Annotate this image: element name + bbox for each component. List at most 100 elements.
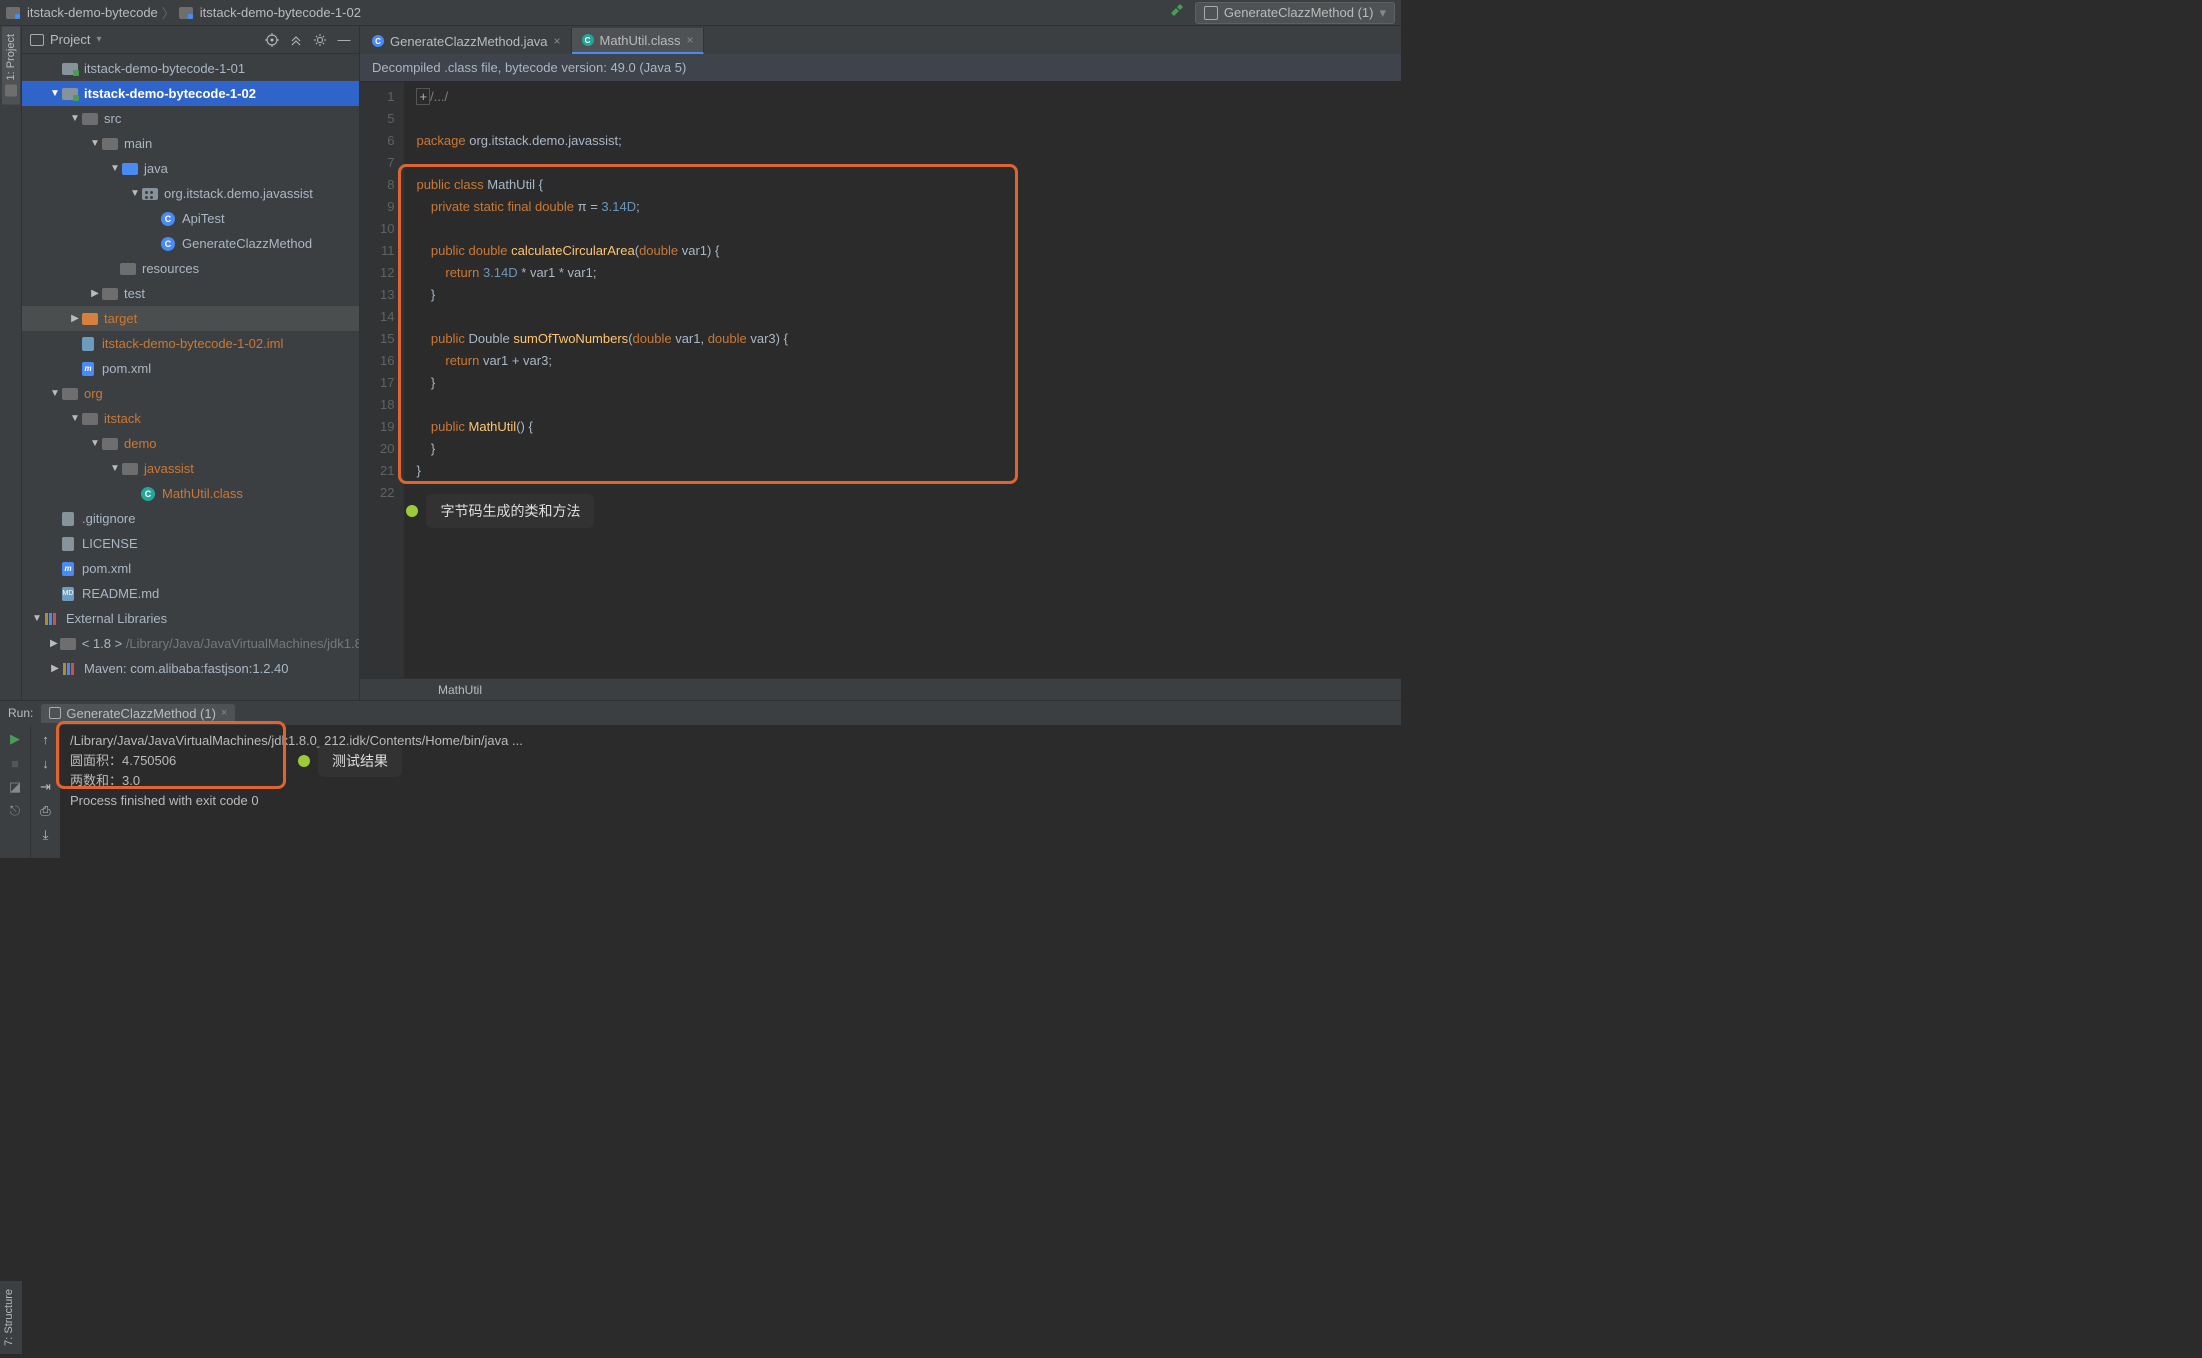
- line-number: 19: [380, 416, 394, 438]
- tree-item[interactable]: ▼demo: [22, 431, 359, 456]
- compiled-class-icon: C: [582, 34, 594, 46]
- breadcrumb-item[interactable]: itstack-demo-bytecode-1-02: [200, 5, 361, 20]
- expand-arrow[interactable]: ▼: [32, 613, 42, 624]
- editor-breadcrumb-item[interactable]: MathUtil: [438, 683, 482, 697]
- annotation: 字节码生成的类和方法: [406, 494, 594, 528]
- breadcrumb-item[interactable]: itstack-demo-bytecode: [27, 5, 158, 20]
- scroll-button[interactable]: ⤓: [38, 827, 54, 843]
- expand-arrow[interactable]: ▼: [50, 388, 60, 399]
- expand-icon[interactable]: [289, 33, 303, 47]
- code-line: private static final double π = 3.14D;: [416, 196, 1389, 218]
- console-output[interactable]: /Library/Java/JavaVirtualMachines/jdk1.8…: [60, 725, 1401, 858]
- tree-item[interactable]: ▶target: [22, 306, 359, 331]
- expand-arrow[interactable]: ▼: [50, 88, 60, 99]
- down-button[interactable]: ↓: [38, 755, 54, 771]
- tree-item[interactable]: CApiTest: [22, 206, 359, 231]
- expand-arrow[interactable]: ▼: [110, 463, 120, 474]
- collapse-icon[interactable]: —: [337, 33, 351, 47]
- editor-body[interactable]: 1 5 6 7 8 9 10 11 12 13 14 15 16 17 18 1…: [360, 82, 1401, 678]
- tree-item[interactable]: ▶test: [22, 281, 359, 306]
- app-icon: [49, 707, 61, 719]
- expand-arrow[interactable]: ▶: [50, 663, 60, 674]
- code-line: public Double sumOfTwoNumbers(double var…: [416, 328, 1389, 350]
- tree-item[interactable]: CMathUtil.class: [22, 481, 359, 506]
- tree-item[interactable]: mpom.xml: [22, 356, 359, 381]
- file-icon: [62, 512, 74, 526]
- expand-arrow[interactable]: ▼: [70, 413, 80, 424]
- up-button[interactable]: ↑: [38, 731, 54, 747]
- tree-item[interactable]: LICENSE: [22, 531, 359, 556]
- tree-item[interactable]: itstack-demo-bytecode-1-01: [22, 56, 359, 81]
- tree-label: External Libraries: [66, 611, 167, 626]
- expand-arrow[interactable]: ▼: [90, 138, 100, 149]
- tool-strip-bottom-left: 7: Structure: [0, 1281, 22, 1354]
- exit-button[interactable]: ⎋: [7, 803, 23, 819]
- tree-item[interactable]: ▼org.itstack.demo.javassist: [22, 181, 359, 206]
- line-number: 7: [380, 152, 394, 174]
- tree-label: resources: [142, 261, 199, 276]
- editor-tab[interactable]: C GenerateClazzMethod.java ×: [362, 28, 572, 54]
- tree-item[interactable]: ▼javassist: [22, 456, 359, 481]
- tree-item[interactable]: ▶< 1.8 > /Library/Java/JavaVirtualMachin…: [22, 631, 359, 656]
- editor-panel: C GenerateClazzMethod.java × C MathUtil.…: [360, 26, 1401, 700]
- expand-arrow[interactable]: ▼: [110, 163, 120, 174]
- expand-arrow[interactable]: ▼: [70, 113, 80, 124]
- line-number: 14: [380, 306, 394, 328]
- project-panel-title[interactable]: Project: [50, 32, 90, 47]
- module-icon: [62, 88, 78, 100]
- close-tab-icon[interactable]: ×: [554, 34, 561, 48]
- build-icon[interactable]: [1169, 3, 1185, 22]
- tree-item[interactable]: ▼ External Libraries: [22, 606, 359, 631]
- console-line: 圆面积：4.750506: [70, 751, 1391, 771]
- tree-item[interactable]: resources: [22, 256, 359, 281]
- line-number: 15: [380, 328, 394, 350]
- rerun-button[interactable]: ▶: [7, 731, 23, 747]
- dump-button[interactable]: ◪: [7, 779, 23, 795]
- tree-item[interactable]: mpom.xml: [22, 556, 359, 581]
- run-gutter-col-left: ▶ ■ ◪ ⎋: [0, 725, 30, 858]
- structure-tool-tab[interactable]: 7: Structure: [0, 1281, 18, 1354]
- module-icon: [179, 7, 193, 19]
- tree-item[interactable]: itstack-demo-bytecode-1-02.iml: [22, 331, 359, 356]
- project-tab-icon: [5, 84, 17, 96]
- tree-label-path: /Library/Java/JavaVirtualMachines/jdk1.8…: [126, 636, 359, 651]
- tree-item[interactable]: ▼main: [22, 131, 359, 156]
- print-button[interactable]: ⎙: [38, 803, 54, 819]
- close-tab-icon[interactable]: ×: [221, 707, 227, 719]
- editor-tab-bar: C GenerateClazzMethod.java × C MathUtil.…: [360, 26, 1401, 54]
- run-config-selector[interactable]: GenerateClazzMethod (1) ▾: [1195, 2, 1395, 24]
- locate-icon[interactable]: [265, 33, 279, 47]
- gear-icon[interactable]: [313, 33, 327, 47]
- editor-tab-active[interactable]: C MathUtil.class ×: [572, 28, 705, 54]
- expand-arrow[interactable]: ▼: [130, 188, 140, 199]
- tree-item[interactable]: CGenerateClazzMethod: [22, 231, 359, 256]
- breadcrumb: itstack-demo-bytecode 〉 itstack-demo-byt…: [6, 3, 361, 22]
- project-tree[interactable]: itstack-demo-bytecode-1-01 ▼itstack-demo…: [22, 54, 359, 700]
- wrap-button[interactable]: ⇥: [38, 779, 54, 795]
- tree-item[interactable]: ▼ org: [22, 381, 359, 406]
- breadcrumb-sep: 〉: [162, 3, 175, 22]
- folder-icon: [102, 138, 118, 150]
- expand-arrow[interactable]: ▼: [90, 438, 100, 449]
- chevron-down-icon[interactable]: ▾: [96, 34, 101, 45]
- run-tab[interactable]: GenerateClazzMethod (1) ×: [41, 704, 235, 723]
- code-area[interactable]: +/.../ package org.itstack.demo.javassis…: [404, 82, 1401, 678]
- project-tool-tab[interactable]: 1: Project: [2, 26, 20, 104]
- expand-arrow[interactable]: ▶: [90, 288, 100, 299]
- tree-item[interactable]: ▼itstack: [22, 406, 359, 431]
- tree-item[interactable]: .gitignore: [22, 506, 359, 531]
- expand-arrow[interactable]: ▶: [50, 638, 58, 649]
- tree-item[interactable]: ▶Maven: com.alibaba:fastjson:1.2.40: [22, 656, 359, 681]
- tree-item[interactable]: ▼src: [22, 106, 359, 131]
- tree-item-selected[interactable]: ▼itstack-demo-bytecode-1-02: [22, 81, 359, 106]
- tree-item[interactable]: MDREADME.md: [22, 581, 359, 606]
- close-tab-icon[interactable]: ×: [686, 33, 693, 47]
- folder-icon: [122, 463, 138, 475]
- annotation-label: 字节码生成的类和方法: [426, 494, 594, 528]
- tree-item[interactable]: ▼java: [22, 156, 359, 181]
- main-area: 1: Project Project ▾ — itstack-demo-byte…: [0, 26, 1401, 700]
- stop-button[interactable]: ■: [7, 755, 23, 771]
- expand-arrow[interactable]: ▶: [70, 313, 80, 324]
- run-gutter: ▶ ■ ◪ ⎋ ↑ ↓ ⇥ ⎙ ⤓: [0, 725, 60, 858]
- tree-label: org: [84, 386, 103, 401]
